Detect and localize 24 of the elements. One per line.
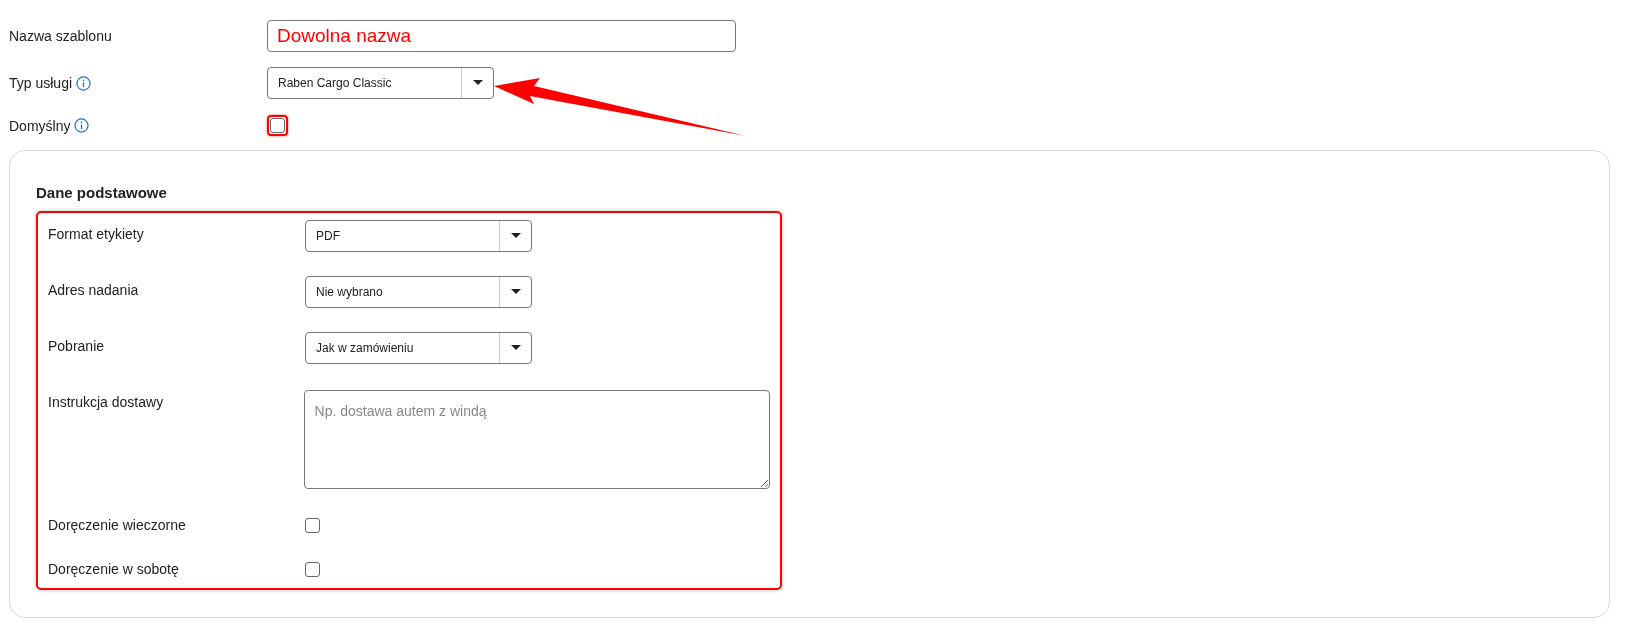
field-label: Typ usługi <box>9 75 73 91</box>
text-field[interactable]: Dowolna nazwa <box>267 20 736 52</box>
info-icon[interactable] <box>74 118 90 133</box>
text-area[interactable]: Np. dostawa autem z windą <box>303 390 770 489</box>
caret-icon <box>510 289 521 295</box>
field-label: Doręczenie w sobotę <box>48 561 179 577</box>
caret-icon <box>510 233 521 239</box>
field-label: Doręczenie wieczorne <box>48 517 186 533</box>
caret-icon <box>510 345 521 351</box>
field-label: Pobranie <box>48 338 105 354</box>
field-label: Format etykiety <box>48 226 144 242</box>
field-label: Instrukcja dostawy <box>48 394 164 410</box>
dropdown[interactable]: Raben Cargo Classic <box>267 67 494 99</box>
checkbox[interactable] <box>305 561 320 577</box>
section-title: Dane podstawowe <box>36 184 168 201</box>
field-label: Adres nadania <box>48 282 139 298</box>
dropdown[interactable]: Jak w zamówieniu <box>305 332 532 364</box>
caret-icon <box>472 80 483 86</box>
field-label: Nazwa szablonu <box>9 28 112 44</box>
dropdown[interactable]: Nie wybrano <box>305 276 532 308</box>
field-label: Domyślny <box>9 117 71 134</box>
info-icon[interactable] <box>76 75 92 91</box>
dropdown[interactable]: PDF <box>305 220 532 252</box>
checkbox[interactable] <box>305 517 320 533</box>
